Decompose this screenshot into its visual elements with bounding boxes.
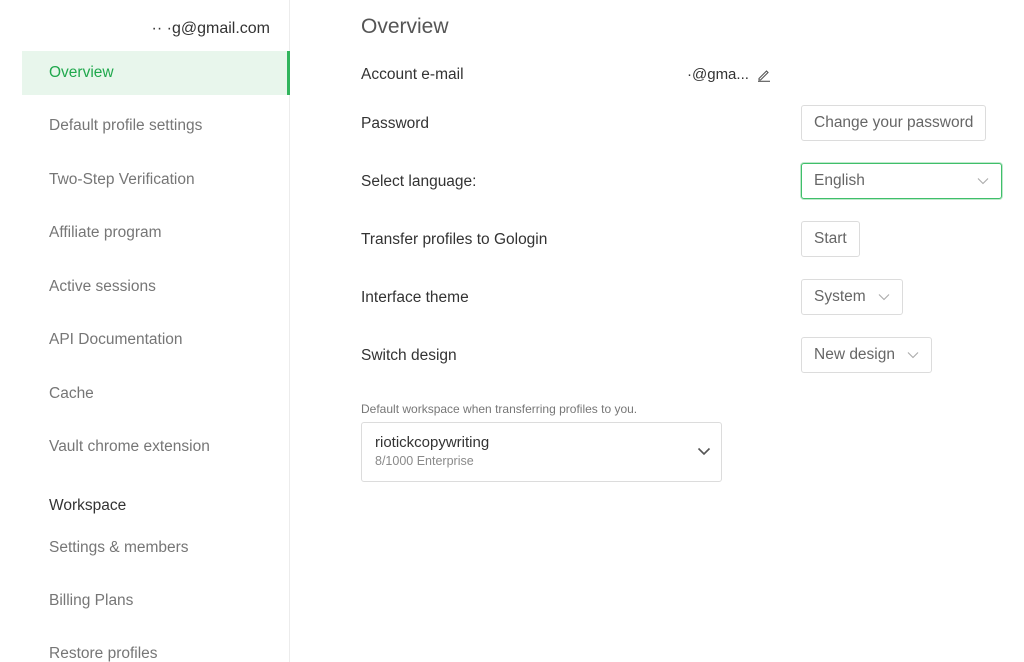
page-title: Overview (361, 15, 449, 38)
interface-theme-label: Interface theme (361, 289, 469, 306)
sidebar-item-overview[interactable]: Overview (22, 51, 290, 95)
sidebar-item-affiliate-program[interactable]: Affiliate program (22, 211, 290, 255)
language-select[interactable]: English (801, 163, 1002, 199)
sidebar-item-api-documentation[interactable]: API Documentation (22, 318, 290, 362)
default-workspace-hint: Default workspace when transferring prof… (361, 402, 638, 416)
interface-theme-value: System (814, 288, 866, 305)
language-select-value: English (814, 172, 865, 189)
overview-panel: Overview Account e-mail ·@gma... Passwor… (361, 0, 1024, 662)
workspace-name: riotickcopywriting (375, 434, 490, 451)
sidebar-section-workspace: Workspace (49, 497, 127, 514)
default-workspace-select[interactable]: riotickcopywriting 8/1000 Enterprise (361, 422, 722, 482)
change-password-button[interactable]: Change your password (801, 105, 987, 141)
sidebar-item-settings-members[interactable]: Settings & members (22, 526, 290, 570)
sidebar-item-active-sessions[interactable]: Active sessions (22, 265, 290, 309)
sidebar-item-default-profile-settings[interactable]: Default profile settings (22, 104, 290, 148)
select-language-label: Select language: (361, 173, 477, 190)
switch-design-select[interactable]: New design (801, 337, 932, 373)
sidebar: ·· ·g@gmail.com Overview Default profile… (0, 0, 290, 662)
account-email-value: ·@gma... (687, 66, 771, 83)
sidebar-item-restore-profiles[interactable]: Restore profiles (22, 632, 290, 662)
interface-theme-select[interactable]: System (801, 279, 903, 315)
chevron-down-icon (878, 294, 890, 301)
account-email-text: ·@gma... (687, 66, 749, 83)
settings-window: ·· ·g@gmail.com Overview Default profile… (0, 0, 1024, 662)
sidebar-account-email: ·· ·g@gmail.com (151, 20, 270, 37)
start-transfer-button[interactable]: Start (801, 221, 860, 257)
workspace-plan-usage: 8/1000 Enterprise (375, 454, 474, 468)
chevron-down-icon (907, 352, 919, 359)
password-label: Password (361, 115, 430, 132)
sidebar-item-cache[interactable]: Cache (22, 372, 290, 416)
transfer-profiles-label: Transfer profiles to Gologin (361, 231, 548, 248)
chevron-down-icon (697, 447, 711, 456)
edit-pencil-icon[interactable] (757, 68, 771, 82)
switch-design-label: Switch design (361, 347, 457, 364)
sidebar-item-two-step-verification[interactable]: Two-Step Verification (22, 158, 290, 202)
switch-design-value: New design (814, 346, 895, 363)
sidebar-item-vault-chrome-extension[interactable]: Vault chrome extension (22, 425, 290, 469)
chevron-down-icon (977, 178, 989, 185)
sidebar-item-billing-plans[interactable]: Billing Plans (22, 579, 290, 623)
account-email-label: Account e-mail (361, 66, 464, 83)
